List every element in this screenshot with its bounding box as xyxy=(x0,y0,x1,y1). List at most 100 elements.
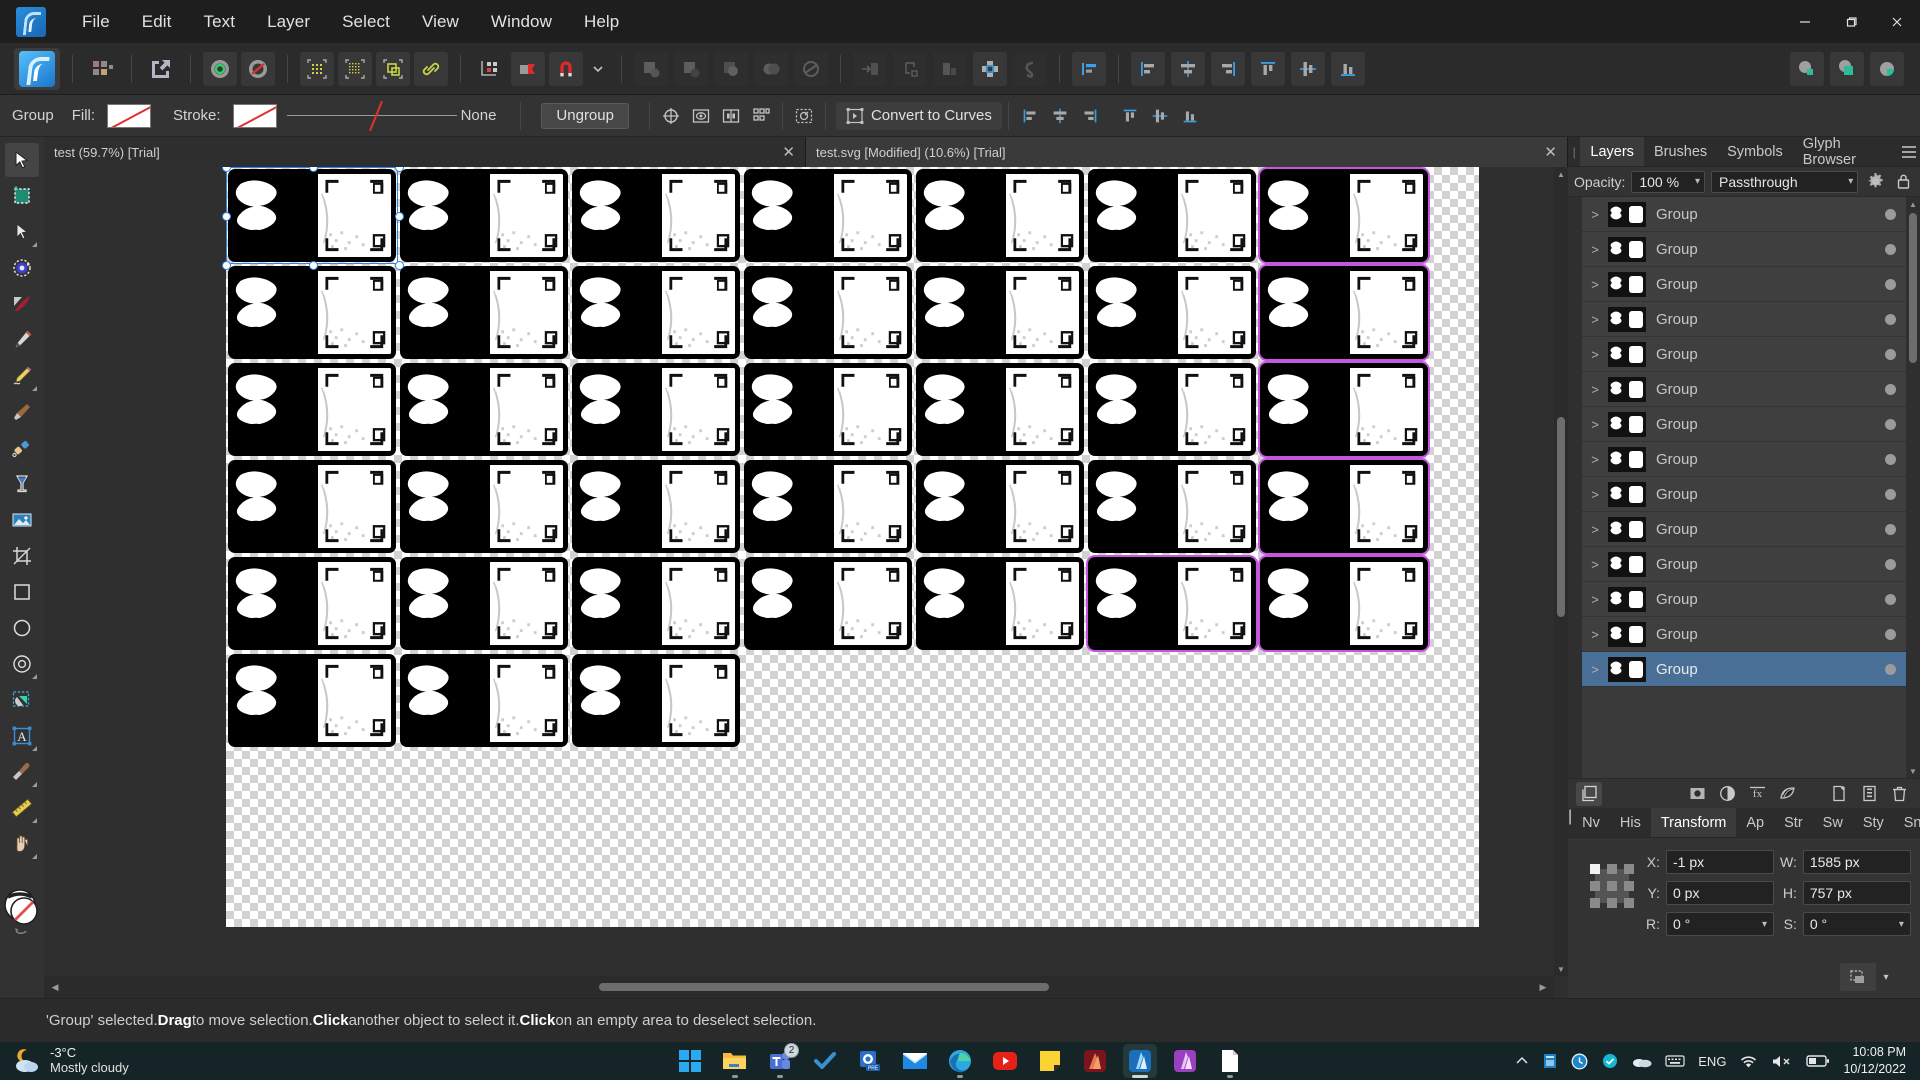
corner-tool[interactable] xyxy=(5,251,39,285)
language-indicator[interactable]: ENG xyxy=(1698,1054,1726,1069)
sticky-notes-icon[interactable] xyxy=(1033,1044,1067,1078)
ellipse-tool[interactable] xyxy=(5,611,39,645)
edge-icon[interactable] xyxy=(943,1044,977,1078)
onedrive-sync-icon[interactable] xyxy=(1601,1053,1619,1069)
layer-visibility-toggle[interactable] xyxy=(1885,313,1896,325)
artwork-card[interactable] xyxy=(398,167,570,264)
show-hidden-icons-chevron-icon[interactable] xyxy=(1515,1054,1529,1068)
tab-glyph-browser[interactable]: Glyph Browser xyxy=(1793,136,1897,168)
chevron-down-icon[interactable]: ▾ xyxy=(1899,919,1904,930)
show-grid-icon[interactable] xyxy=(300,51,334,86)
align-middle-vertical-icon[interactable] xyxy=(1291,51,1325,86)
artwork-card[interactable] xyxy=(742,167,914,264)
artwork-card[interactable] xyxy=(1258,458,1430,555)
layer-expand-chevron-icon[interactable]: > xyxy=(1582,347,1608,362)
transform-x-input[interactable]: -1 px xyxy=(1666,850,1774,874)
crop-tool[interactable] xyxy=(5,539,39,573)
boolean-add-icon[interactable] xyxy=(634,51,668,86)
artwork-card[interactable] xyxy=(914,458,1086,555)
menu-file[interactable]: File xyxy=(66,8,126,36)
arrange-grid-icon[interactable] xyxy=(746,102,776,130)
office-icon[interactable]: PRE xyxy=(853,1044,887,1078)
layer-visibility-toggle[interactable] xyxy=(1885,208,1896,220)
separate-curves-icon[interactable] xyxy=(853,51,887,86)
layer-expand-chevron-icon[interactable]: > xyxy=(1582,487,1608,502)
delete-layer-trash-icon[interactable] xyxy=(1886,782,1912,806)
anchor-point-selector[interactable] xyxy=(1590,864,1634,908)
expand-stroke-icon[interactable] xyxy=(933,51,967,86)
vector-crop-tool[interactable] xyxy=(5,683,39,717)
layer-visibility-toggle[interactable] xyxy=(1885,558,1896,570)
boolean-subtract-green-icon[interactable] xyxy=(1830,51,1864,86)
tab-styles[interactable]: Sty xyxy=(1853,808,1894,837)
place-image-tool[interactable] xyxy=(5,503,39,537)
menu-window[interactable]: Window xyxy=(475,8,568,36)
onedrive-icon[interactable] xyxy=(1632,1054,1652,1068)
scroll-right-icon[interactable]: ▶ xyxy=(1532,982,1554,993)
layer-row[interactable]: > Group xyxy=(1582,372,1906,407)
layer-row[interactable]: > Group xyxy=(1582,197,1906,232)
file-explorer-icon[interactable] xyxy=(718,1044,752,1078)
layers-scroll-up-icon[interactable]: ▲ xyxy=(1906,197,1920,211)
magnet-snapping-icon[interactable] xyxy=(549,51,583,86)
scroll-up-icon[interactable]: ▲ xyxy=(1554,167,1568,181)
pencil-tool[interactable] xyxy=(5,359,39,393)
artwork-card[interactable] xyxy=(398,555,570,652)
layer-expand-chevron-icon[interactable]: > xyxy=(1582,277,1608,292)
boolean-xor-icon[interactable] xyxy=(754,51,788,86)
artistic-text-tool[interactable]: A xyxy=(5,719,39,753)
snap-to-object-icon[interactable] xyxy=(376,51,410,86)
canvas-area[interactable] xyxy=(44,167,1568,998)
gear-icon[interactable] xyxy=(1864,171,1886,193)
battery-icon[interactable] xyxy=(1806,1054,1830,1068)
card-grid[interactable] xyxy=(226,167,1430,749)
text-editor-icon[interactable] xyxy=(1213,1044,1247,1078)
layer-row[interactable]: > Group xyxy=(1582,232,1906,267)
artwork-card[interactable] xyxy=(570,652,742,749)
layer-expand-chevron-icon[interactable]: > xyxy=(1582,662,1608,677)
hand-tool[interactable] xyxy=(5,827,39,861)
align-right-icon[interactable] xyxy=(1211,51,1245,86)
layer-visibility-toggle[interactable] xyxy=(1885,453,1896,465)
layer-expand-chevron-icon[interactable]: > xyxy=(1582,242,1608,257)
add-live-filter-icon[interactable] xyxy=(1774,782,1800,806)
flip-horizontal-icon[interactable] xyxy=(716,102,746,130)
canvas-horizontal-scrollbar[interactable]: ◀ ▶ xyxy=(44,976,1554,998)
align-left-icon[interactable] xyxy=(1131,51,1165,86)
fill-tool[interactable] xyxy=(5,395,39,429)
ctx-align-bottom-icon[interactable] xyxy=(1175,102,1205,130)
menu-select[interactable]: Select xyxy=(326,8,406,36)
affinity-designer-icon[interactable] xyxy=(1123,1044,1157,1078)
layers-scroll-down-icon[interactable]: ▼ xyxy=(1906,764,1920,778)
layer-expand-chevron-icon[interactable]: > xyxy=(1582,557,1608,572)
layer-visibility-toggle[interactable] xyxy=(1885,488,1896,500)
layer-row[interactable]: > Group xyxy=(1582,547,1906,582)
layer-row[interactable]: > Group xyxy=(1582,302,1906,337)
snapping-dropdown-chevron-icon[interactable] xyxy=(587,52,609,86)
artwork-card[interactable] xyxy=(1086,555,1258,652)
start-icon[interactable] xyxy=(673,1044,707,1078)
color-picker-tool[interactable] xyxy=(5,755,39,789)
transform-s-input[interactable]: 0 ° ▾ xyxy=(1802,912,1911,936)
document-tab-2-close-icon[interactable]: ✕ xyxy=(1536,143,1557,161)
add-layer-icon[interactable] xyxy=(1826,782,1852,806)
layer-row[interactable]: > Group xyxy=(1582,477,1906,512)
toggle-snapping-on-icon[interactable] xyxy=(203,51,237,86)
tab-appearance[interactable]: Ap xyxy=(1736,808,1774,837)
tab-stroke[interactable]: Str xyxy=(1774,808,1813,837)
layer-expand-chevron-icon[interactable]: > xyxy=(1582,627,1608,642)
geometry-tools-icon[interactable] xyxy=(973,51,1007,86)
volume-muted-icon[interactable] xyxy=(1771,1054,1793,1069)
stroke-swatch[interactable] xyxy=(232,103,277,128)
layer-visibility-toggle[interactable] xyxy=(1885,593,1896,605)
wifi-icon[interactable] xyxy=(1739,1054,1758,1069)
artwork-card[interactable] xyxy=(570,361,742,458)
layer-row[interactable]: > Group xyxy=(1582,407,1906,442)
artwork-card[interactable] xyxy=(226,555,398,652)
boolean-union-green-icon[interactable] xyxy=(1790,51,1824,86)
isolate-icon[interactable] xyxy=(789,102,819,130)
tab-layers[interactable]: Layers xyxy=(1580,137,1644,166)
close-button[interactable] xyxy=(1874,0,1920,43)
artwork-card[interactable] xyxy=(570,458,742,555)
align-center-horizontal-icon[interactable] xyxy=(1171,51,1205,86)
